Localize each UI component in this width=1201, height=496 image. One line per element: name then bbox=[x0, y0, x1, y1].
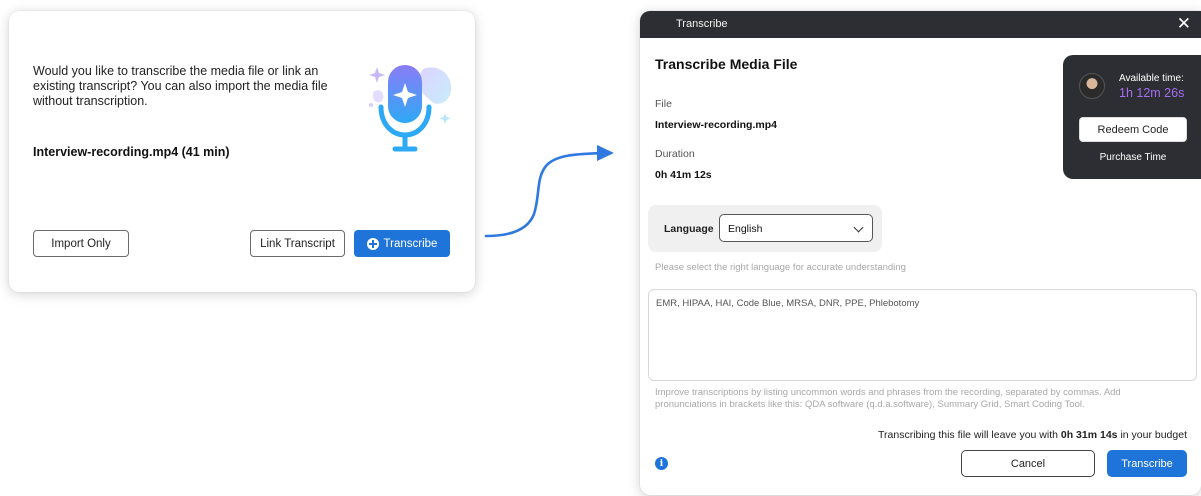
purchase-time-link[interactable]: Purchase Time bbox=[1079, 152, 1187, 163]
available-time-label: Available time: bbox=[1119, 73, 1184, 84]
language-label: Language bbox=[664, 223, 714, 235]
window-title: Transcribe bbox=[676, 18, 728, 30]
language-selected-value: English bbox=[728, 223, 763, 235]
flow-arrow bbox=[484, 145, 614, 238]
screenshot-stage: Would you like to transcribe the media f… bbox=[0, 0, 1201, 496]
dialog-heading: Transcribe Media File bbox=[655, 56, 798, 72]
language-hint: Please select the right language for acc… bbox=[655, 262, 906, 273]
redeem-code-button[interactable]: Redeem Code bbox=[1079, 117, 1187, 142]
prompt-message: Would you like to transcribe the media f… bbox=[33, 64, 328, 108]
vocabulary-value: EMR, HIPAA, HAI, Code Blue, MRSA, DNR, P… bbox=[656, 298, 920, 309]
transcribe-button-label: Transcribe bbox=[383, 237, 438, 250]
transcribe-media-dialog: Transcribe ✕ Transcribe Media File File … bbox=[640, 11, 1201, 495]
transcribe-prompt-dialog: Would you like to transcribe the media f… bbox=[9, 11, 475, 292]
budget-notice: Transcribing this file will leave you wi… bbox=[878, 429, 1187, 441]
vocabulary-hint-line-1: Improve transcriptions by listing uncomm… bbox=[655, 387, 1121, 398]
vocabulary-textarea[interactable]: EMR, HIPAA, HAI, Code Blue, MRSA, DNR, P… bbox=[648, 289, 1197, 381]
budget-notice-suffix: in your budget bbox=[1120, 429, 1187, 441]
duration-value: 0h 41m 12s bbox=[655, 169, 712, 181]
available-time-value: 1h 12m 26s bbox=[1119, 86, 1185, 100]
info-icon[interactable]: i bbox=[655, 457, 668, 470]
transcribe-submit-button[interactable]: Transcribe bbox=[1107, 450, 1187, 477]
budget-notice-value: 0h 31m 14s bbox=[1060, 429, 1118, 441]
avatar bbox=[1079, 73, 1105, 99]
file-label: File bbox=[655, 98, 672, 110]
cancel-button[interactable]: Cancel bbox=[961, 450, 1095, 477]
title-bar: Transcribe ✕ bbox=[640, 11, 1201, 38]
microphone-sparkle-icon bbox=[369, 65, 452, 152]
close-icon[interactable]: ✕ bbox=[1177, 14, 1191, 34]
time-budget-panel: Available time: 1h 12m 26s Redeem Code P… bbox=[1063, 55, 1201, 179]
chevron-down-icon bbox=[853, 222, 864, 233]
language-section: Language English bbox=[648, 205, 882, 252]
link-transcript-button[interactable]: Link Transcript bbox=[250, 230, 345, 257]
budget-notice-prefix: Transcribing this file will leave you wi… bbox=[878, 429, 1058, 441]
duration-label: Duration bbox=[655, 148, 695, 160]
plus-circle-icon bbox=[366, 237, 379, 250]
import-only-button[interactable]: Import Only bbox=[33, 230, 129, 257]
language-select[interactable]: English bbox=[719, 214, 873, 242]
file-value: Interview-recording.mp4 bbox=[655, 119, 777, 131]
transcribe-button[interactable]: Transcribe bbox=[354, 230, 450, 257]
vocabulary-hint-line-2: pronunciations in brackets like this: QD… bbox=[655, 399, 1085, 410]
prompt-file-label: Interview-recording.mp4 (41 min) bbox=[33, 145, 230, 159]
